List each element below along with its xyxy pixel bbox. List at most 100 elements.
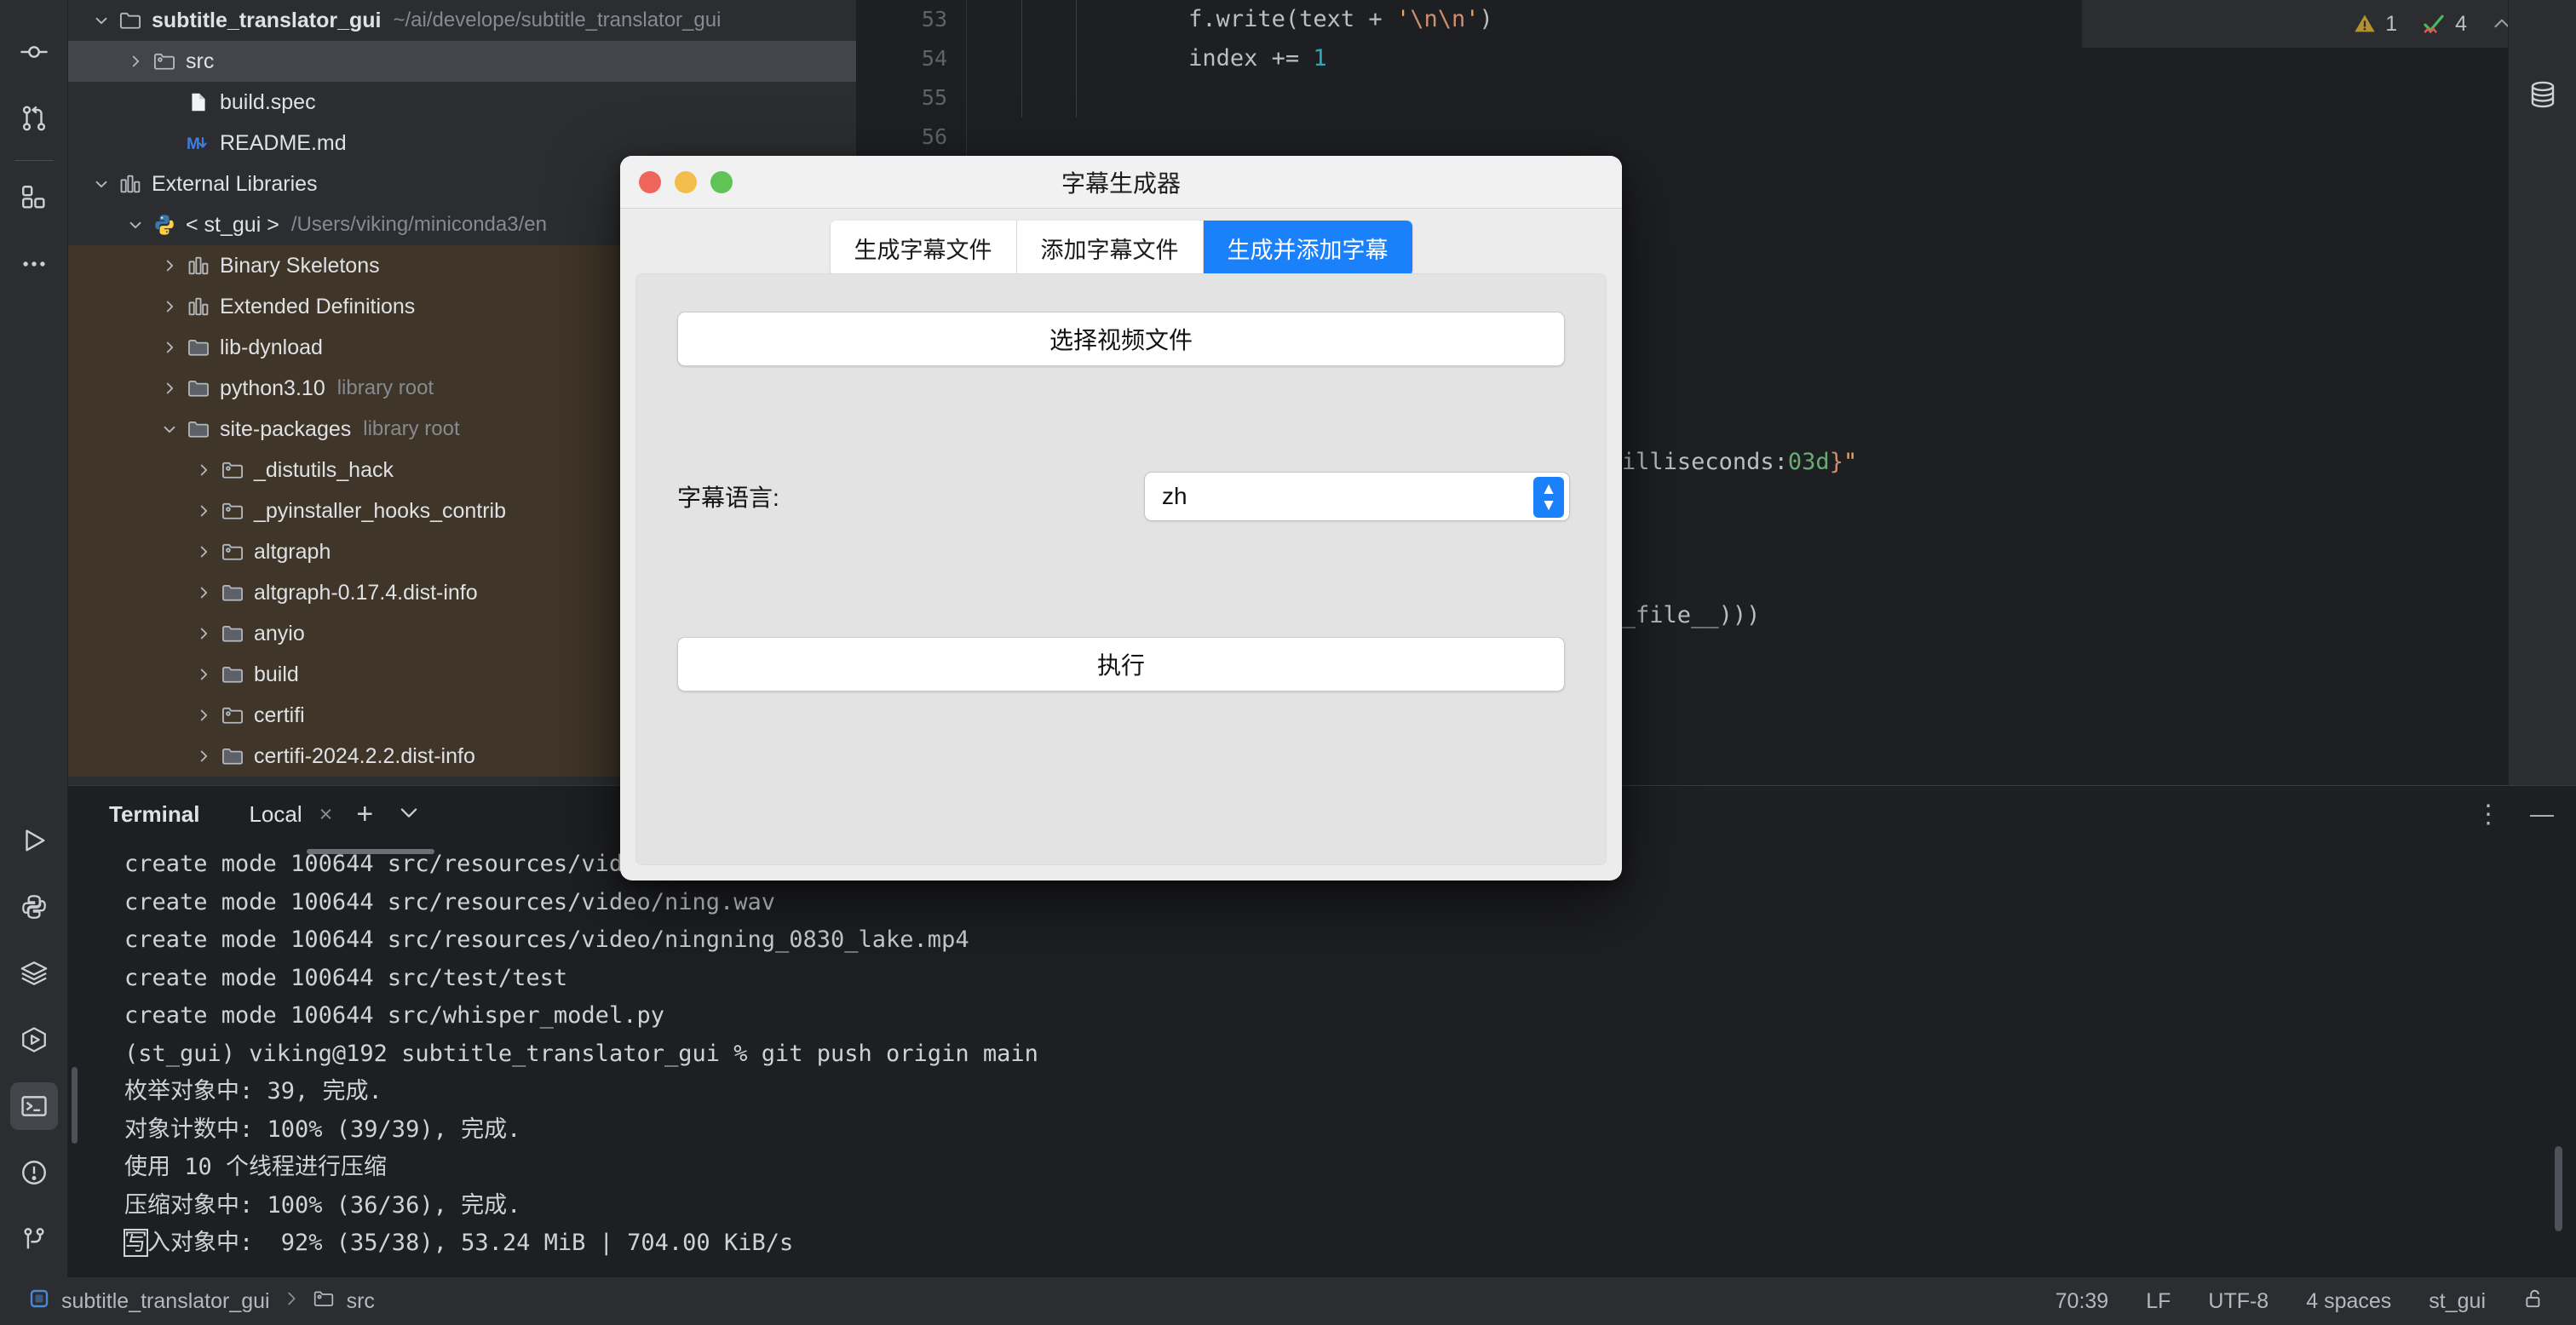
breadcrumb-item-project[interactable]: subtitle_translator_gui [61, 1289, 270, 1314]
chevron-right-icon[interactable] [158, 377, 181, 399]
terminal-title: Terminal [109, 800, 200, 827]
terminal-icon[interactable] [9, 1082, 58, 1130]
breadcrumb-item-src[interactable]: src [347, 1289, 375, 1314]
subtitle-language-select[interactable]: zh ▲ ▼ [1144, 472, 1570, 521]
chevron-right-icon[interactable] [193, 704, 215, 726]
commit-icon[interactable] [10, 28, 58, 76]
pull-request-icon[interactable] [10, 95, 58, 142]
tree-row-label: build [254, 662, 299, 686]
tree-row-label: certifi-2024.2.2.dist-info [254, 743, 475, 768]
terminal-line: 使用 10 个线程进行压缩 [124, 1154, 388, 1180]
terminal-header-actions: ⋮ — [2475, 786, 2554, 842]
python-icon [152, 212, 177, 238]
folder-icon [186, 376, 211, 401]
folder-icon [220, 580, 245, 605]
folder-icon [220, 743, 245, 769]
more-options-icon[interactable] [10, 240, 58, 288]
subtitle-language-field: 字幕语言: zh ▲ ▼ [677, 472, 1570, 521]
tree-row-label: anyio [254, 621, 305, 645]
status-bar: subtitle_translator_gui src 70:39 LF UTF… [0, 1277, 2576, 1325]
folder-source-icon [220, 498, 245, 524]
python-console-icon[interactable] [10, 883, 58, 931]
terminal-line: 压缩对象中: 100% (36/36), 完成. [124, 1191, 521, 1219]
run-configuration-icon[interactable] [10, 1016, 58, 1064]
folder-icon [220, 662, 245, 687]
version-control-icon[interactable] [10, 1215, 58, 1263]
folder-source-icon [220, 457, 245, 483]
chevron-down-icon[interactable] [158, 418, 181, 440]
terminal-line: create mode 100644 src/test/test [124, 964, 568, 991]
indent-setting[interactable]: 4 spaces [2306, 1289, 2391, 1314]
chevron-right-icon[interactable] [193, 500, 215, 522]
chevron-right-icon[interactable] [158, 295, 181, 318]
chevron-down-icon[interactable] [397, 800, 421, 829]
terminal-options-icon[interactable]: ⋮ [2475, 800, 2501, 829]
services-icon[interactable] [10, 949, 58, 997]
tree-row-label: README.md [220, 130, 347, 155]
folder-source-icon [220, 539, 245, 565]
folder-source-icon [152, 49, 177, 74]
breadcrumb[interactable]: subtitle_translator_gui src [29, 1288, 375, 1316]
database-icon[interactable] [2519, 71, 2567, 118]
add-terminal-icon[interactable]: + [356, 798, 373, 831]
caret-position[interactable]: 70:39 [2056, 1289, 2109, 1314]
python-interpreter[interactable]: st_gui [2429, 1289, 2486, 1314]
chevron-down-icon[interactable] [90, 9, 112, 32]
plugins-icon[interactable] [10, 174, 58, 221]
file-encoding[interactable]: UTF-8 [2208, 1289, 2268, 1314]
chevron-updown-icon[interactable]: ▲ ▼ [1533, 477, 1564, 518]
line-number: 54 [921, 46, 947, 71]
chevron-right-icon[interactable] [193, 622, 215, 645]
tab-add-subtitle-file[interactable]: 添加字幕文件 [1016, 221, 1204, 276]
chevron-right-icon[interactable] [124, 50, 147, 72]
right-tool-rail [2508, 0, 2576, 785]
execute-button[interactable]: 执行 [677, 637, 1565, 691]
chevron-right-icon[interactable] [193, 663, 215, 685]
tree-row-build-spec[interactable]: build.spec [68, 82, 856, 123]
minimize-icon[interactable]: — [2530, 800, 2554, 828]
chevron-right-icon[interactable] [193, 541, 215, 563]
select-video-file-button[interactable]: 选择视频文件 [677, 312, 1565, 366]
chevron-right-icon[interactable] [193, 459, 215, 481]
unlocked-icon[interactable] [2523, 1288, 2545, 1316]
subtitle-generator-dialog[interactable]: 字幕生成器 生成字幕文件 添加字幕文件 生成并添加字幕 选择视频文件 字幕语言:… [620, 156, 1622, 880]
tree-row-label: External Libraries [152, 171, 318, 196]
tree-row-subtitle-translator-gui[interactable]: subtitle_translator_gui ~/ai/develope/sub… [68, 0, 856, 41]
line-number: 56 [921, 124, 947, 149]
tree-row-hint: library root [336, 376, 434, 399]
tree-row-label: src [186, 49, 215, 73]
terminal-scrollbar[interactable] [2555, 1146, 2562, 1231]
terminal-tab-label: Local [249, 800, 302, 827]
run-icon[interactable] [10, 817, 58, 864]
dialog-content: 选择视频文件 字幕语言: zh ▲ ▼ 执行 [635, 273, 1607, 865]
problems-icon[interactable] [10, 1149, 58, 1196]
inspection-widget[interactable]: 1 4 [2082, 0, 2576, 48]
status-bar-right: 70:39 LF UTF-8 4 spaces st_gui [2056, 1288, 2576, 1316]
warning-indicator[interactable]: 1 [2353, 12, 2397, 37]
library-icon [186, 294, 211, 319]
chevron-down-icon[interactable] [124, 214, 147, 236]
tree-row-src[interactable]: src [68, 41, 856, 82]
terminal-line: 对象计数中: 100% (39/39), 完成. [124, 1116, 521, 1143]
close-icon[interactable]: × [319, 801, 333, 828]
terminal-line: create mode 100644 src/resources/video/n… [124, 888, 776, 915]
tree-row-label: _pyinstaller_hooks_contrib [254, 498, 507, 523]
terminal-output[interactable]: create mode 100644 src/resources/video/c… [68, 842, 2576, 1263]
rail-top-group [10, 0, 58, 297]
folder-icon [186, 335, 211, 360]
chevron-down-icon[interactable] [90, 173, 112, 195]
line-number: 55 [921, 85, 947, 110]
tree-row-label: subtitle_translator_gui [152, 8, 382, 32]
terminal-line: create mode 100644 src/whisper_model.py [124, 1002, 664, 1029]
tab-generate-and-add-subtitle[interactable]: 生成并添加字幕 [1203, 221, 1412, 276]
tab-generate-subtitle-file[interactable]: 生成字幕文件 [830, 221, 1017, 276]
chevron-right-icon[interactable] [158, 336, 181, 358]
chevron-right-icon[interactable] [193, 582, 215, 604]
line-separator[interactable]: LF [2146, 1289, 2171, 1314]
chevron-right-icon[interactable] [193, 745, 215, 767]
chevron-right-icon[interactable] [158, 255, 181, 277]
checks-indicator[interactable]: 4 [2421, 11, 2467, 37]
terminal-tab-local[interactable]: Local × [249, 801, 332, 828]
tree-row-label: site-packages [220, 416, 352, 441]
